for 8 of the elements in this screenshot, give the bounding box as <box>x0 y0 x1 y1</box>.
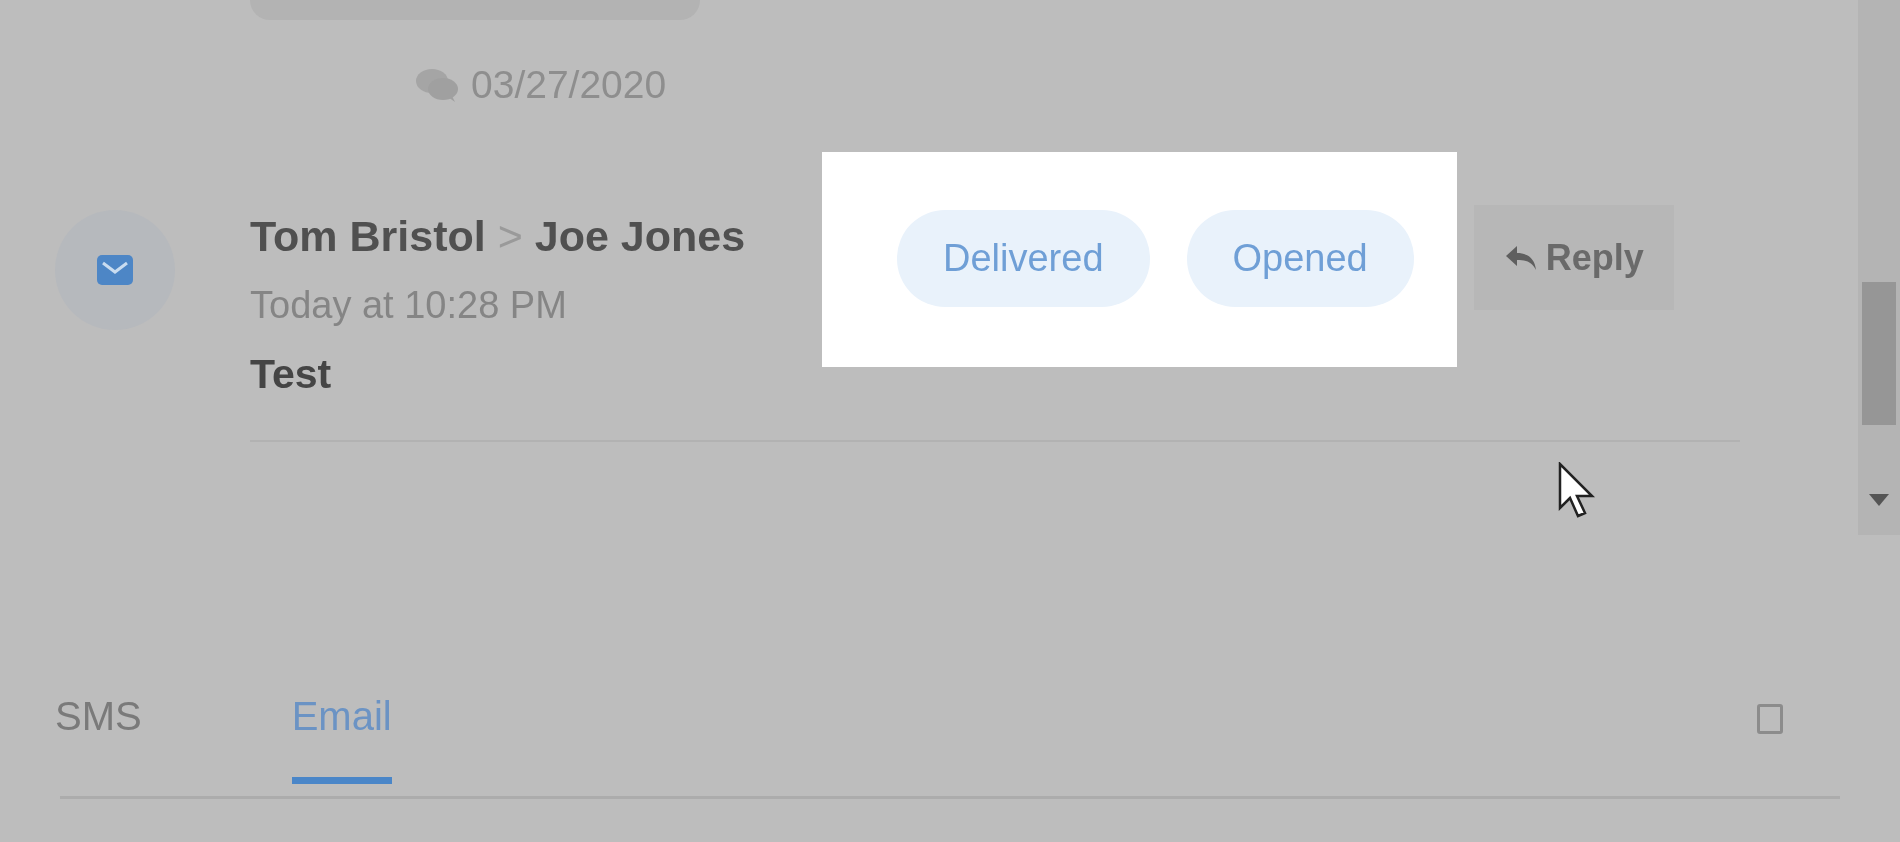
message-time: Today at 10:28 PM <box>250 283 568 328</box>
tab[interactable]: Email <box>291 694 392 784</box>
reply-button[interactable]: Reply <box>1473 205 1674 310</box>
tab[interactable]: SMS <box>55 694 142 784</box>
status-badge: Delivered <box>897 210 1150 307</box>
message-subject: Test <box>250 350 333 399</box>
sender-recipient: Tom Bristol > Joe Jones <box>250 211 747 262</box>
status-badge: Opened <box>1186 210 1414 307</box>
